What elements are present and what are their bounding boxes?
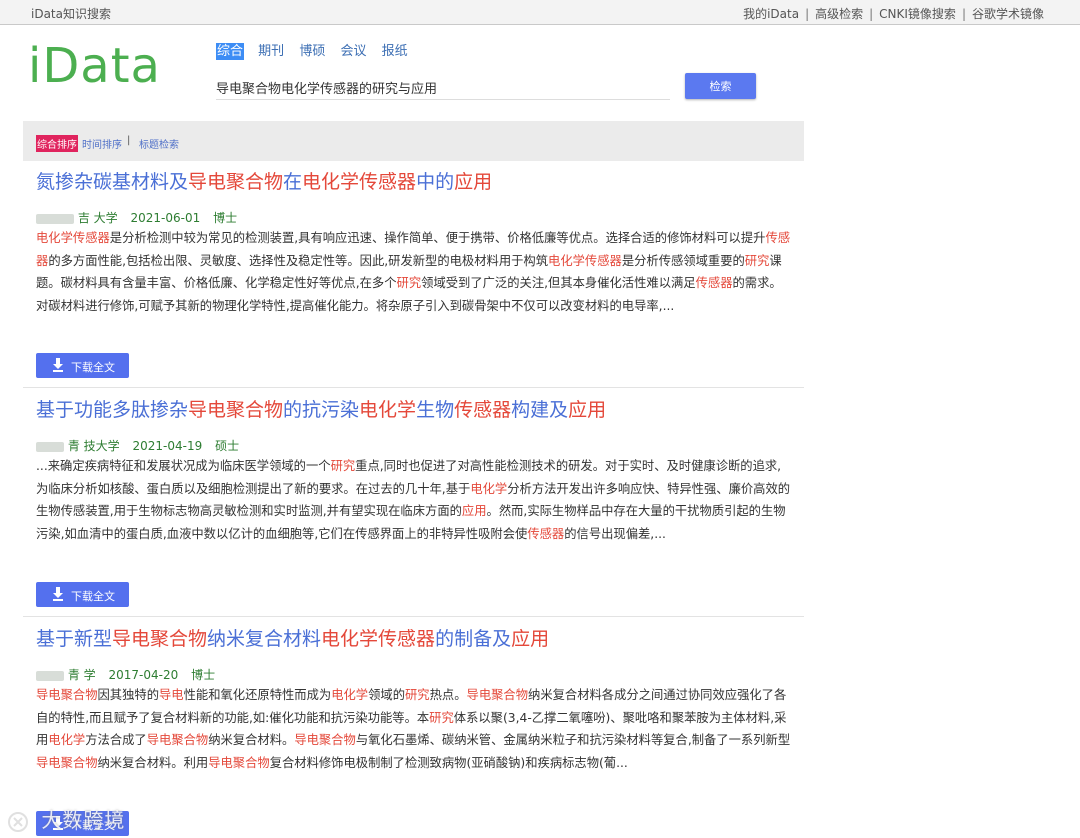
- watermark-text: 大数跨境: [41, 808, 126, 832]
- top-bar: iData知识搜索 我的iData | 高级检索 | CNKI镜像搜索 | 谷歌学术镜像: [0, 0, 1080, 25]
- result-date: 2021-04-19: [132, 439, 203, 453]
- cnki-mirror-link[interactable]: CNKI镜像搜索: [879, 7, 956, 21]
- blurred-author: [36, 670, 64, 681]
- result-item: 基于功能多肽掺杂导电聚合物的抗污染电化学生物传感器构建及应用 青 技大学 202…: [36, 397, 791, 567]
- result-divider: [23, 387, 804, 388]
- download-icon: [53, 587, 63, 601]
- top-links: 我的iData | 高级检索 | CNKI镜像搜索 | 谷歌学术镜像: [743, 5, 1044, 22]
- title-search[interactable]: 标题检索: [139, 136, 179, 151]
- tab-journal[interactable]: 期刊: [257, 43, 285, 60]
- result-school: 青 学: [67, 668, 96, 682]
- result-meta: 吉 大学 2021-06-01 博士: [36, 209, 791, 225]
- google-scholar-mirror-link[interactable]: 谷歌学术镜像: [972, 7, 1044, 21]
- result-degree: 博士: [213, 211, 238, 225]
- search-input[interactable]: [216, 75, 670, 100]
- tab-conference[interactable]: 会议: [339, 43, 367, 60]
- result-date: 2021-06-01: [130, 211, 201, 225]
- result-abstract: 导电聚合物因其独特的导电性能和氧化还原特性而成为电化学领域的研究热点。导电聚合物…: [36, 688, 791, 770]
- download-icon: [53, 358, 63, 372]
- result-item: 氮掺杂碳基材料及导电聚合物在电化学传感器中的应用 吉 大学 2021-06-01…: [36, 169, 791, 339]
- search-tabs: 综合 期刊 博硕 会议 报纸: [216, 40, 418, 60]
- download-button[interactable]: 下载全文: [36, 582, 129, 607]
- sort-bar: 综合排序 时间排序 | 标题检索: [23, 121, 804, 161]
- link-separator: |: [961, 7, 966, 21]
- result-meta: 青 技大学 2021-04-19 硕士: [36, 437, 791, 453]
- idata-logo[interactable]: iData: [28, 36, 161, 96]
- result-title[interactable]: 氮掺杂碳基材料及导电聚合物在电化学传感器中的应用: [36, 169, 791, 195]
- result-meta: 青 学 2017-04-20 博士: [36, 666, 791, 682]
- result-school: 吉 大学: [77, 211, 118, 225]
- result-item: 基于新型导电聚合物纳米复合材料电化学传感器的制备及应用 青 学 2017-04-…: [36, 626, 791, 796]
- my-idata-link[interactable]: 我的iData: [743, 7, 799, 21]
- sort-by-time[interactable]: 时间排序: [82, 136, 122, 151]
- blurred-author: [36, 441, 64, 452]
- link-separator: |: [869, 7, 874, 21]
- site-name[interactable]: iData知识搜索: [31, 5, 111, 22]
- result-degree: 硕士: [215, 439, 240, 453]
- link-separator: |: [805, 7, 810, 21]
- advanced-search-link[interactable]: 高级检索: [815, 7, 863, 21]
- result-abstract: 电化学传感器是分析检测中较为常见的检测装置,具有响应迅速、操作简单、便于携带、价…: [36, 231, 791, 313]
- download-label: 下载全文: [71, 590, 115, 603]
- result-title[interactable]: 基于功能多肽掺杂导电聚合物的抗污染电化学生物传感器构建及应用: [36, 397, 791, 423]
- result-date: 2017-04-20: [108, 668, 179, 682]
- result-school: 青 技大学: [67, 439, 120, 453]
- download-label: 下载全文: [71, 361, 115, 374]
- tab-comprehensive[interactable]: 综合: [216, 43, 245, 60]
- result-title[interactable]: 基于新型导电聚合物纳米复合材料电化学传感器的制备及应用: [36, 626, 791, 652]
- sort-divider: |: [127, 135, 131, 146]
- watermark-logo-icon: [8, 811, 28, 832]
- sort-comprehensive[interactable]: 综合排序: [36, 135, 78, 152]
- download-button[interactable]: 下载全文: [36, 353, 129, 378]
- tab-newspaper[interactable]: 报纸: [381, 43, 409, 60]
- result-abstract: ...来确定疾病特征和发展状况成为临床医学领域的一个研究重点,同时也促进了对高性…: [36, 459, 791, 541]
- tab-thesis[interactable]: 博硕: [298, 43, 326, 60]
- result-divider: [23, 616, 804, 617]
- result-degree: 博士: [191, 668, 216, 682]
- blurred-author: [36, 213, 74, 224]
- search-button[interactable]: 检索: [685, 73, 756, 99]
- watermark: 大数跨境: [6, 804, 125, 834]
